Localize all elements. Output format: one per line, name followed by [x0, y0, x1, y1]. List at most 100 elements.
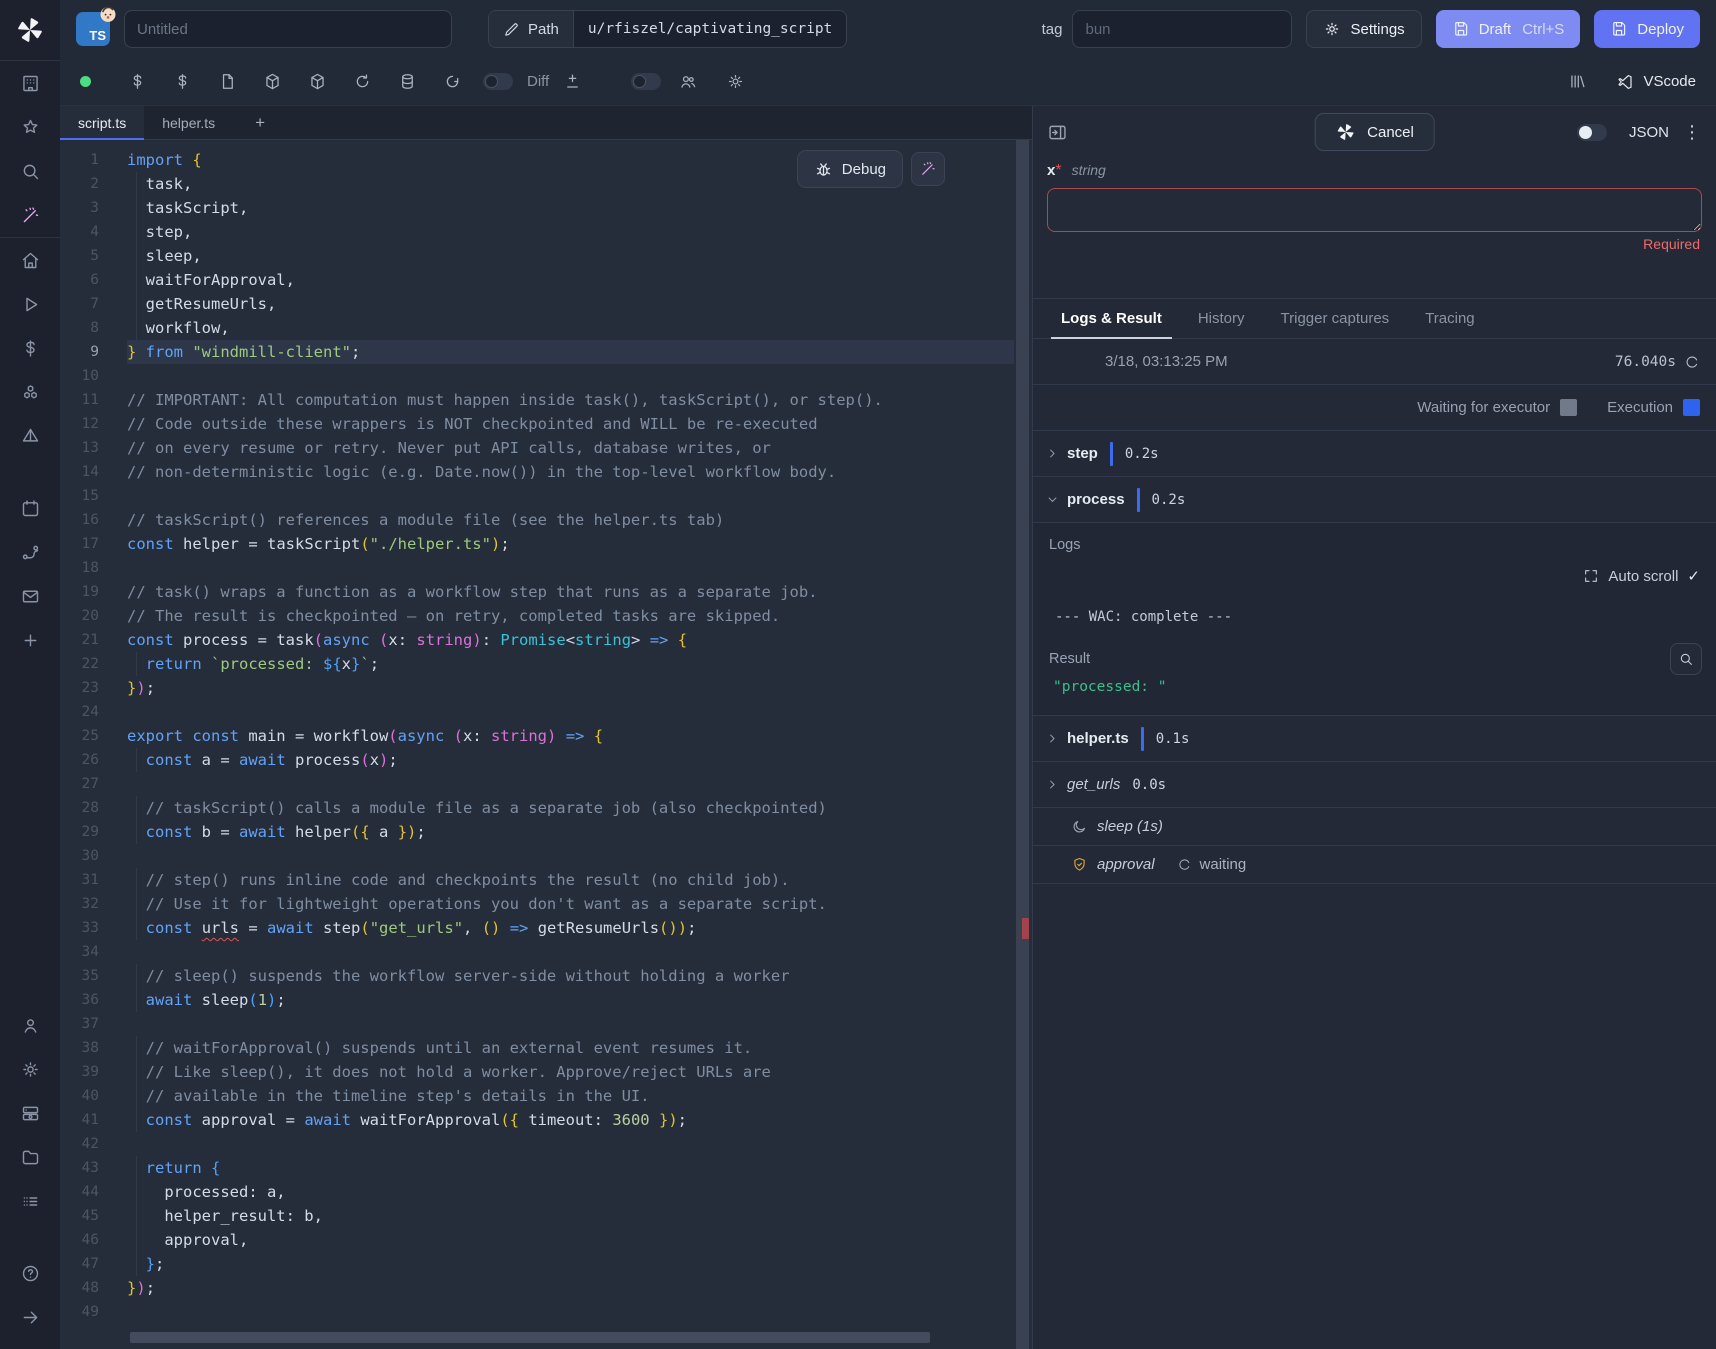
- vscode-button[interactable]: VScode: [1616, 73, 1696, 91]
- edit-path-button[interactable]: Path: [489, 11, 574, 47]
- sidebar-item-help[interactable]: [0, 1251, 60, 1295]
- toolbar-dollar-icon[interactable]: [115, 72, 160, 91]
- code-line[interactable]: 25export const main = workflow(async (x:…: [60, 724, 1014, 748]
- timeline-step-process[interactable]: process0.2s: [1033, 477, 1716, 523]
- toolbar-package-icon[interactable]: [250, 72, 295, 91]
- code-line[interactable]: 29 const b = await helper({ a });: [60, 820, 1014, 844]
- timeline-step-get-urls[interactable]: get_urls0.0s: [1033, 762, 1716, 808]
- code-line[interactable]: 24: [60, 700, 1014, 724]
- code-line[interactable]: 20// The result is checkpointed — on ret…: [60, 604, 1014, 628]
- run-timestamp[interactable]: 3/18, 03:13:25 PM: [1105, 353, 1228, 370]
- path-value[interactable]: u/rfiszel/captivating_script: [574, 11, 846, 47]
- cancel-button[interactable]: Cancel: [1314, 113, 1435, 151]
- sidebar-item-pyramid[interactable]: [0, 414, 60, 458]
- code-line[interactable]: 49: [60, 1300, 1014, 1324]
- code-line[interactable]: 3 taskScript,: [60, 196, 1014, 220]
- toolbar-database-icon[interactable]: [385, 72, 430, 91]
- sidebar-item-folder[interactable]: [0, 1135, 60, 1179]
- ai-wand-button[interactable]: [911, 152, 945, 186]
- tag-input[interactable]: [1072, 10, 1292, 48]
- toolbar-file-icon[interactable]: [205, 72, 250, 91]
- sidebar-item-home[interactable]: [0, 238, 60, 282]
- code-line[interactable]: 11// IMPORTANT: All computation must hap…: [60, 388, 1014, 412]
- code-line[interactable]: 18: [60, 556, 1014, 580]
- code-line[interactable]: 21const process = task(async (x: string)…: [60, 628, 1014, 652]
- code-line[interactable]: 34: [60, 940, 1014, 964]
- sidebar-item-person[interactable]: [0, 1003, 60, 1047]
- chevron-right-icon[interactable]: [1045, 777, 1067, 792]
- code-line[interactable]: 10: [60, 364, 1014, 388]
- sidebar-item-route[interactable]: [0, 530, 60, 574]
- sidebar-item-play[interactable]: [0, 282, 60, 326]
- code-line[interactable]: 39 // Like sleep(), it does not hold a w…: [60, 1060, 1014, 1084]
- code-line[interactable]: 44 processed: a,: [60, 1180, 1014, 1204]
- run-tab-tracing[interactable]: Tracing: [1411, 299, 1488, 338]
- code-line[interactable]: 13// on every resume or retry. Never put…: [60, 436, 1014, 460]
- plus-minus-icon[interactable]: [555, 72, 589, 91]
- code-line[interactable]: 37: [60, 1012, 1014, 1036]
- sidebar-item-cubes[interactable]: [0, 370, 60, 414]
- multiplayer-toggle[interactable]: [631, 73, 661, 90]
- code-line[interactable]: 7 getResumeUrls,: [60, 292, 1014, 316]
- editor-horizontal-scrollbar[interactable]: [130, 1332, 930, 1343]
- code-line[interactable]: 42: [60, 1132, 1014, 1156]
- code-line[interactable]: 15: [60, 484, 1014, 508]
- kebab-menu-icon[interactable]: ⋮: [1683, 122, 1702, 143]
- debug-button[interactable]: Debug: [797, 150, 903, 188]
- code-line[interactable]: 31 // step() runs inline code and checkp…: [60, 868, 1014, 892]
- sidebar-item-plus[interactable]: [0, 618, 60, 662]
- sidebar-item-mail[interactable]: [0, 574, 60, 618]
- code-line[interactable]: 28 // taskScript() calls a module file a…: [60, 796, 1014, 820]
- code-line[interactable]: 36 await sleep(1);: [60, 988, 1014, 1012]
- json-toggle[interactable]: [1577, 124, 1607, 141]
- editor-vertical-scrollbar[interactable]: [1016, 140, 1029, 1349]
- run-tab-history[interactable]: History: [1184, 299, 1259, 338]
- code-line[interactable]: 30: [60, 844, 1014, 868]
- sidebar-item-building[interactable]: [0, 61, 60, 105]
- arg-x-input[interactable]: [1047, 188, 1702, 232]
- sidebar-item-wand[interactable]: [0, 193, 60, 237]
- code-line[interactable]: 32 // Use it for lightweight operations …: [60, 892, 1014, 916]
- draft-button[interactable]: Draft Ctrl+S: [1436, 10, 1581, 48]
- collapse-panel-icon[interactable]: [1047, 122, 1068, 143]
- timeline-step-helper-ts[interactable]: helper.ts0.1s: [1033, 716, 1716, 762]
- code-line[interactable]: 23});: [60, 676, 1014, 700]
- code-line[interactable]: 5 sleep,: [60, 244, 1014, 268]
- sidebar-item-search[interactable]: [0, 149, 60, 193]
- chevron-down-icon[interactable]: [1045, 492, 1067, 507]
- sidebar-item-dollar[interactable]: [0, 326, 60, 370]
- code-line[interactable]: 40 // available in the timeline step's d…: [60, 1084, 1014, 1108]
- code-line[interactable]: 33 const urls = await step("get_urls", (…: [60, 916, 1014, 940]
- assets-gear-icon[interactable]: [705, 72, 765, 91]
- toolbar-package-icon[interactable]: [295, 72, 340, 91]
- code-line[interactable]: 27: [60, 772, 1014, 796]
- result-search-button[interactable]: [1670, 643, 1702, 675]
- code-line[interactable]: 43 return {: [60, 1156, 1014, 1180]
- file-tab-helper.ts[interactable]: helper.ts: [144, 106, 233, 139]
- run-tab-logs-result[interactable]: Logs & Result: [1047, 299, 1176, 338]
- code-line[interactable]: 48});: [60, 1276, 1014, 1300]
- toolbar-dollar-icon[interactable]: [160, 72, 205, 91]
- script-name-input[interactable]: [124, 10, 452, 48]
- diff-toggle[interactable]: [483, 73, 513, 90]
- chevron-right-icon[interactable]: [1045, 446, 1067, 461]
- sidebar-item-gear[interactable]: [0, 1047, 60, 1091]
- new-tab-button[interactable]: +: [233, 106, 287, 139]
- library-icon[interactable]: [1564, 72, 1590, 91]
- timeline-event-sleep-1s-[interactable]: sleep (1s): [1033, 808, 1716, 846]
- settings-button[interactable]: Settings: [1306, 10, 1421, 48]
- code-line[interactable]: 47 };: [60, 1252, 1014, 1276]
- code-line[interactable]: 17const helper = taskScript("./helper.ts…: [60, 532, 1014, 556]
- toolbar-refresh-icon[interactable]: [430, 72, 475, 91]
- code-line[interactable]: 22 return `processed: ${x}`;: [60, 652, 1014, 676]
- code-line[interactable]: 35 // sleep() suspends the workflow serv…: [60, 964, 1014, 988]
- sidebar-item-list[interactable]: [0, 1179, 60, 1223]
- code-line[interactable]: 46 approval,: [60, 1228, 1014, 1252]
- toolbar-rotate-cw-icon[interactable]: [340, 72, 385, 91]
- autoscroll-toggle[interactable]: Auto scroll✓: [1583, 567, 1700, 585]
- code-line[interactable]: 9} from "windmill-client";: [60, 340, 1014, 364]
- timeline-event-approval[interactable]: approvalwaiting: [1033, 846, 1716, 884]
- run-tab-trigger-captures[interactable]: Trigger captures: [1267, 299, 1404, 338]
- people-icon[interactable]: [669, 72, 705, 91]
- code-line[interactable]: 41 const approval = await waitForApprova…: [60, 1108, 1014, 1132]
